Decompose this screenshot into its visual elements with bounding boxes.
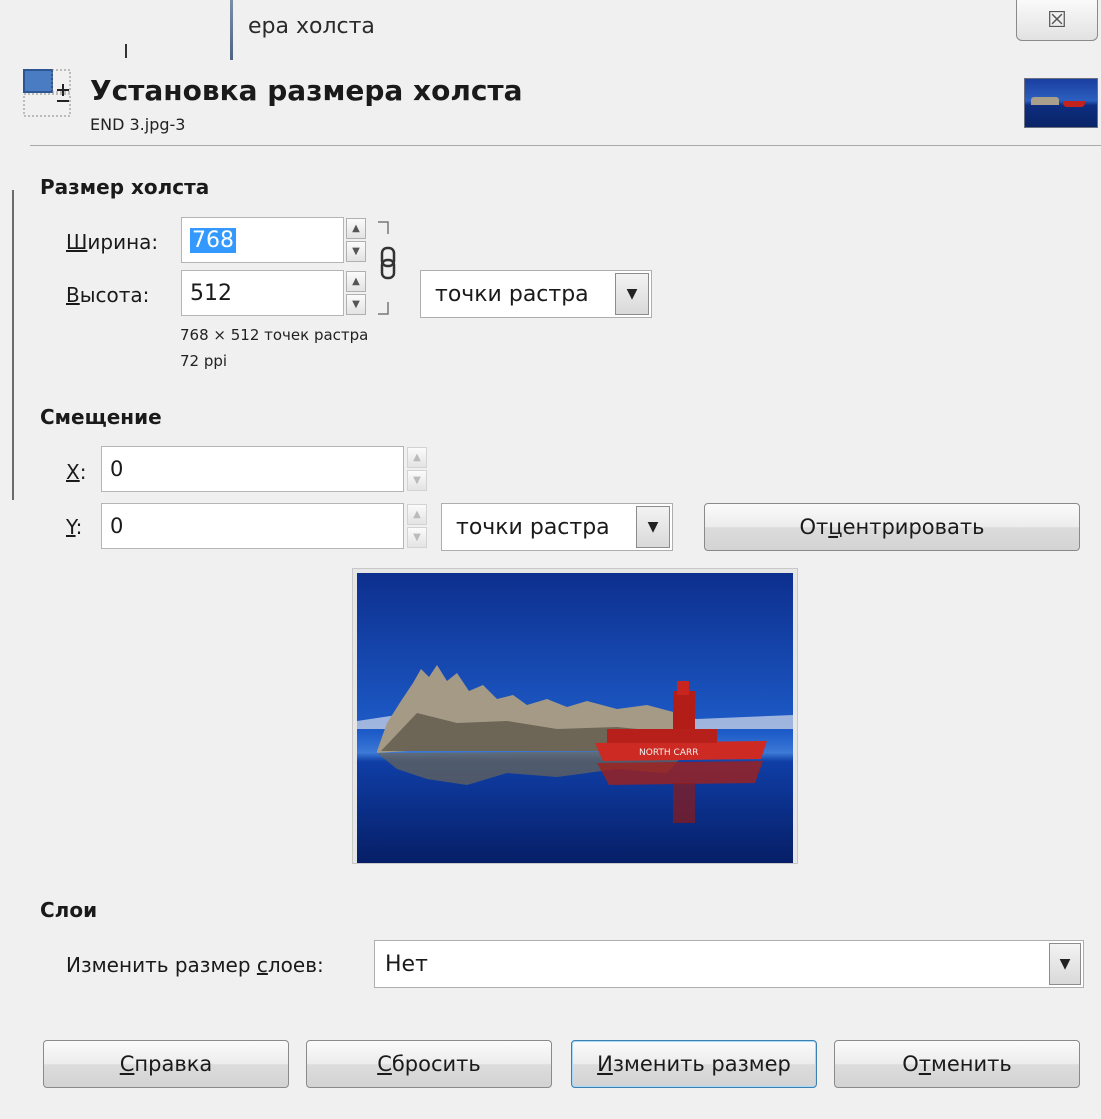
help-text: правка xyxy=(134,1052,213,1076)
reset-button[interactable]: Сбросить xyxy=(306,1040,552,1088)
canvas-size-heading: Размер холста xyxy=(40,175,210,199)
width-input[interactable]: 768 xyxy=(181,217,344,263)
help-accel: С xyxy=(119,1052,135,1076)
cancel-text-2: менить xyxy=(931,1052,1012,1076)
y-label-text: : xyxy=(75,515,83,539)
header-separator xyxy=(30,145,1101,146)
cancel-button-label: Отменить xyxy=(902,1052,1012,1076)
window-title: ера холста xyxy=(248,14,375,39)
offset-y-value: 0 xyxy=(110,514,124,538)
size-unit-select[interactable]: точки растра ▼ xyxy=(420,270,652,318)
center-button-accel: ц xyxy=(828,515,843,539)
width-label-accel: Ш xyxy=(66,230,88,254)
resize-layers-label-2: лоев: xyxy=(267,953,324,977)
offset-x-decrement-icon[interactable]: ▼ xyxy=(407,470,427,491)
height-value: 512 xyxy=(190,280,232,306)
chevron-down-icon[interactable]: ▼ xyxy=(615,273,649,315)
image-name: END 3.jpg-3 xyxy=(90,115,186,134)
chevron-down-icon[interactable]: ▼ xyxy=(1049,943,1081,985)
cancel-text-1: О xyxy=(902,1052,919,1076)
chain-link-icon[interactable] xyxy=(374,220,404,316)
close-icon: ☒ xyxy=(1047,7,1067,33)
offset-unit-value: точки растра xyxy=(456,514,610,540)
x-label-text: : xyxy=(79,460,87,484)
help-button-label: Справка xyxy=(120,1052,213,1076)
resize-button-label: Изменить размер xyxy=(597,1052,791,1076)
cancel-button[interactable]: Отменить xyxy=(834,1040,1080,1088)
resize-layers-accel: с xyxy=(256,953,268,977)
offset-x-increment-icon[interactable]: ▲ xyxy=(407,447,427,468)
dimensions-info: 768 × 512 точек растра xyxy=(180,326,369,344)
resize-layers-value: Нет xyxy=(385,951,428,977)
y-label-accel: Y xyxy=(66,515,76,539)
reset-accel: С xyxy=(377,1052,392,1076)
offset-x-input[interactable]: 0 xyxy=(101,446,404,492)
offset-heading: Смещение xyxy=(40,405,162,429)
thumbnail-boat xyxy=(1063,101,1085,107)
size-unit-value: точки растра xyxy=(435,281,589,307)
offset-x-spinner[interactable]: ▲ ▼ xyxy=(407,446,429,492)
resolution-info: 72 ppi xyxy=(180,352,228,370)
reset-button-label: Сбросить xyxy=(377,1052,481,1076)
height-input[interactable]: 512 xyxy=(181,270,344,316)
center-button[interactable]: Отцентрировать xyxy=(704,503,1080,551)
width-label: Ширина: xyxy=(66,230,158,254)
window-frame-edge xyxy=(230,0,233,60)
height-decrement-icon[interactable]: ▼ xyxy=(346,294,366,315)
offset-y-decrement-icon[interactable]: ▼ xyxy=(407,527,427,548)
center-button-text-2: ентрировать xyxy=(842,515,985,539)
reset-text: бросить xyxy=(391,1052,481,1076)
cancel-accel: т xyxy=(918,1052,931,1076)
offset-y-increment-icon[interactable]: ▲ xyxy=(407,504,427,525)
resize-layers-label: Изменить размер слоев: xyxy=(66,953,324,977)
boat-label: NORTH CARR xyxy=(639,748,699,758)
width-label-text: ирина: xyxy=(87,230,159,254)
resize-text: зменить размер xyxy=(612,1052,791,1076)
resize-layers-select[interactable]: Нет ▼ xyxy=(374,940,1084,988)
help-button[interactable]: Справка xyxy=(43,1040,289,1088)
x-label: X: xyxy=(66,460,86,484)
width-increment-icon[interactable]: ▲ xyxy=(346,218,366,239)
offset-preview[interactable]: NORTH CARR xyxy=(352,568,798,864)
height-label-accel: В xyxy=(66,283,80,307)
dialog-title: Установка размера холста xyxy=(90,74,523,107)
canvas-size-icon xyxy=(23,69,71,117)
height-spinner[interactable]: ▲ ▼ xyxy=(346,270,368,316)
resize-layers-label-1: Изменить размер xyxy=(66,953,257,977)
layers-heading: Слои xyxy=(40,898,98,922)
y-label: Y: xyxy=(66,515,82,539)
resize-button[interactable]: Изменить размер xyxy=(571,1040,817,1088)
thumbnail-rock xyxy=(1031,97,1059,105)
canvas-size-dialog: ера холста ☒ Установка размера холста EN… xyxy=(0,0,1101,1119)
width-spinner[interactable]: ▲ ▼ xyxy=(346,217,368,263)
image-thumbnail xyxy=(1024,78,1098,128)
height-label-text: ысота: xyxy=(79,283,150,307)
width-value: 768 xyxy=(190,227,236,253)
close-button[interactable]: ☒ xyxy=(1016,0,1098,41)
height-label: Высота: xyxy=(66,283,149,307)
background-tick xyxy=(125,44,127,58)
center-button-label: Отцентрировать xyxy=(800,515,985,539)
offset-x-value: 0 xyxy=(110,457,124,481)
width-decrement-icon[interactable]: ▼ xyxy=(346,241,366,262)
height-increment-icon[interactable]: ▲ xyxy=(346,271,366,292)
preview-image: NORTH CARR xyxy=(357,573,793,863)
x-label-accel: X xyxy=(66,460,80,484)
offset-unit-select[interactable]: точки растра ▼ xyxy=(441,503,673,551)
resize-accel: И xyxy=(597,1052,613,1076)
background-window-edge xyxy=(0,190,14,500)
window-titlebar: ера холста ☒ xyxy=(0,0,1101,60)
center-button-text-1: От xyxy=(799,515,829,539)
chevron-down-icon[interactable]: ▼ xyxy=(636,506,670,548)
offset-y-input[interactable]: 0 xyxy=(101,503,404,549)
offset-y-spinner[interactable]: ▲ ▼ xyxy=(407,503,429,549)
